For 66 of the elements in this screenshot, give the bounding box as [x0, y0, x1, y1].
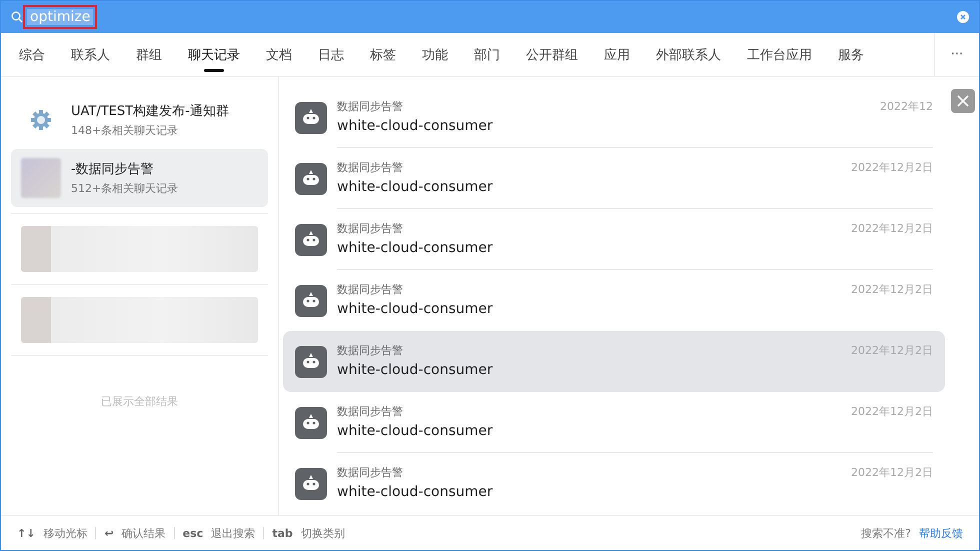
feedback-link[interactable]: 帮助反馈 [919, 526, 963, 540]
key-hint: ↩ [104, 526, 114, 540]
message-date: 2022年12月2日 [851, 404, 933, 419]
category-tab[interactable]: 综合 [19, 33, 45, 76]
group-result[interactable]: -数据同步告警 512+条相关聊天记录 [11, 149, 268, 207]
category-tab[interactable]: 公开群组 [526, 33, 578, 76]
message-text: white-cloud-consumer [337, 301, 494, 317]
sender-name: 数据同步告警 [337, 465, 404, 480]
hint-label: 移动光标 [43, 526, 88, 540]
sender-name: 数据同步告警 [337, 221, 404, 236]
group-title: UAT/TEST构建发布-通知群 [71, 103, 229, 120]
message-result[interactable]: 数据同步告警 white-cloud-consumer 2022年12月2日 [283, 331, 945, 392]
sender-name: 数据同步告警 [337, 99, 404, 114]
category-tab[interactable]: 应用 [604, 33, 630, 76]
end-note: 已展示全部结果 [100, 394, 179, 409]
hint-label: 切换类别 [300, 526, 345, 540]
feedback-question: 搜索不准? [861, 526, 911, 540]
message-date: 2022年12月2日 [851, 282, 933, 297]
message-text: white-cloud-consumer [337, 118, 494, 134]
key-hint: esc [182, 526, 204, 540]
group-title: -数据同步告警 [71, 161, 155, 178]
record-count: 148+条相关聊天记录 [71, 123, 180, 138]
key-hint: ↑↓ [17, 526, 36, 540]
category-tab[interactable]: 工作台应用 [747, 33, 812, 76]
category-tab[interactable]: 服务 [838, 33, 864, 76]
robot-icon [295, 468, 327, 500]
category-tab[interactable]: 功能 [422, 33, 448, 76]
clear-icon[interactable] [957, 11, 969, 23]
robot-icon [295, 224, 327, 256]
robot-icon [295, 162, 327, 194]
message-date: 2022年12月2日 [851, 343, 933, 358]
sender-name: 数据同步告警 [337, 404, 404, 419]
message-text: white-cloud-consumer [337, 179, 494, 195]
category-tab[interactable]: 部门 [474, 33, 500, 76]
close-icon [957, 95, 969, 107]
message-text: white-cloud-consumer [337, 240, 494, 256]
hint-label: 确认结果 [122, 526, 166, 540]
message-date: 2022年12月2日 [851, 221, 933, 236]
group-result[interactable]: UAT/TEST构建发布-通知群 148+条相关聊天记录 [11, 91, 268, 149]
robot-icon [295, 346, 327, 378]
more-button[interactable]: ··· [934, 33, 979, 76]
category-tab[interactable]: 外部联系人 [656, 33, 721, 76]
category-tab[interactable]: 聊天记录 [188, 33, 240, 76]
close-button[interactable] [951, 89, 975, 113]
robot-icon [295, 284, 327, 316]
message-text: white-cloud-consumer [337, 484, 494, 500]
robot-icon [295, 102, 327, 134]
message-date: 2022年12月2日 [851, 465, 933, 480]
category-tab[interactable]: 日志 [318, 33, 344, 76]
category-tab[interactable]: 联系人 [71, 33, 110, 76]
search-icon [11, 11, 23, 23]
key-hint: tab [272, 526, 293, 540]
category-tab[interactable]: 标签 [370, 33, 396, 76]
message-text: white-cloud-consumer [337, 362, 494, 378]
message-date: 2022年12月2日 [851, 160, 933, 175]
category-tab[interactable]: 文档 [266, 33, 292, 76]
sender-name: 数据同步告警 [337, 343, 404, 358]
category-tab[interactable]: 群组 [136, 33, 162, 76]
sender-name: 数据同步告警 [337, 160, 404, 175]
message-date: 2022年12 [880, 99, 933, 114]
hint-label: 退出搜索 [211, 526, 256, 540]
blurred-avatar [21, 158, 61, 198]
robot-icon [295, 406, 327, 438]
message-text: white-cloud-consumer [337, 423, 494, 439]
record-count: 512+条相关聊天记录 [71, 181, 178, 196]
sender-name: 数据同步告警 [337, 282, 404, 297]
